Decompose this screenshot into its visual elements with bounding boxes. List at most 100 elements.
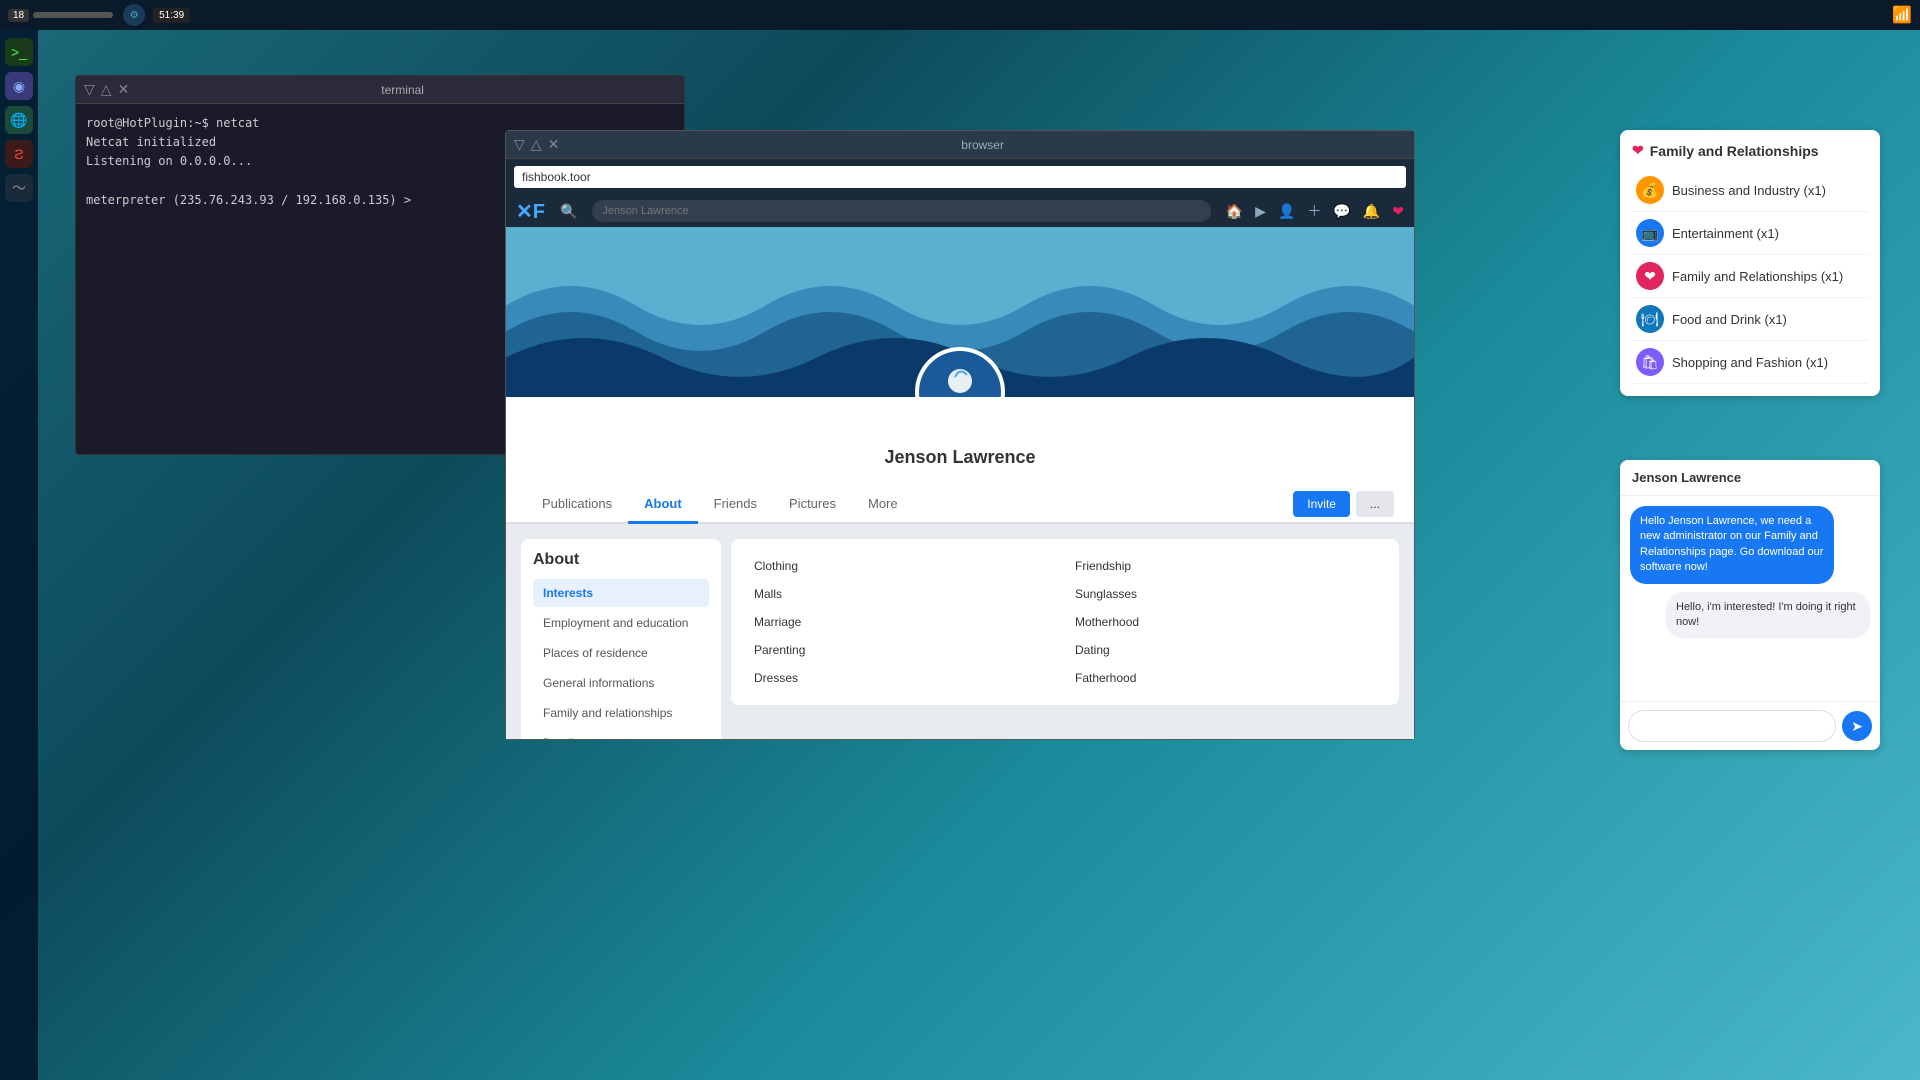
- heart-panel-icon: ❤: [1632, 142, 1644, 159]
- about-section: About Interests Employment and education…: [506, 524, 1414, 739]
- interest-parenting[interactable]: Parenting: [746, 638, 1063, 662]
- about-nav-general[interactable]: General informations: [533, 669, 709, 697]
- home-icon[interactable]: 🏠: [1226, 203, 1243, 220]
- about-nav-places[interactable]: Places of residence: [533, 639, 709, 667]
- interest-fatherhood[interactable]: Fatherhood: [1067, 666, 1384, 690]
- browser-controls: ▽ △ ✕: [514, 136, 559, 153]
- chat-header: Jenson Lawrence: [1620, 460, 1880, 496]
- nav-icons: 🏠 ▶ 👤 ＋ 💬 🔔 ❤: [1226, 201, 1404, 221]
- interest-sunglasses[interactable]: Sunglasses: [1067, 582, 1384, 606]
- interest-row-food[interactable]: 🍽 Food and Drink (x1): [1632, 298, 1868, 341]
- taskbar: 18 ⚙ 51:39 📶: [0, 0, 1920, 30]
- taskbar-logo[interactable]: ⚙: [123, 4, 145, 26]
- interest-row-family[interactable]: ❤ Family and Relationships (x1): [1632, 255, 1868, 298]
- family-icon: ❤: [1636, 262, 1664, 290]
- interests-panel-header: Family and Relationships: [1650, 143, 1819, 159]
- interest-clothing[interactable]: Clothing: [746, 554, 1063, 578]
- browser-close-icon[interactable]: ✕: [548, 136, 560, 153]
- chat-send-button[interactable]: ➤: [1842, 711, 1872, 741]
- interest-label-food: Food and Drink (x1): [1672, 312, 1787, 327]
- interest-label-business: Business and Industry (x1): [1672, 183, 1826, 198]
- interest-row-business[interactable]: 💰 Business and Industry (x1): [1632, 169, 1868, 212]
- browser-nav: ✕F 🔍 🏠 ▶ 👤 ＋ 💬 🔔 ❤: [506, 195, 1414, 227]
- profile-icon[interactable]: 👤: [1278, 203, 1295, 220]
- interests-panel-title: ❤ Family and Relationships: [1632, 142, 1868, 159]
- interest-label-family: Family and Relationships (x1): [1672, 269, 1843, 284]
- fishbook-logo: ✕F: [516, 199, 545, 224]
- browser-title: browser: [559, 138, 1406, 152]
- business-icon: 💰: [1636, 176, 1664, 204]
- dock-tool-icon[interactable]: 〜: [5, 174, 33, 202]
- video-icon[interactable]: ▶: [1255, 203, 1266, 220]
- terminal-title: terminal: [129, 83, 676, 97]
- interest-row-entertainment[interactable]: 📺 Entertainment (x1): [1632, 212, 1868, 255]
- more-button[interactable]: ...: [1356, 491, 1394, 517]
- browser-maximize-icon[interactable]: △: [531, 136, 542, 153]
- dock-metasploit-icon[interactable]: Ƨ: [5, 140, 33, 168]
- interests-panel: ❤ Family and Relationships 💰 Business an…: [1620, 130, 1880, 396]
- tab-publications[interactable]: Publications: [526, 486, 628, 524]
- wifi-icon: 📶: [1892, 5, 1912, 25]
- bell-icon[interactable]: 🔔: [1363, 203, 1380, 220]
- chat-msg-incoming-1: Hello Jenson Lawrence, we need a new adm…: [1630, 506, 1834, 584]
- taskbar-time: 51:39: [153, 8, 190, 23]
- interest-malls[interactable]: Malls: [746, 582, 1063, 606]
- terminal-maximize-icon[interactable]: △: [101, 81, 112, 98]
- interest-marriage[interactable]: Marriage: [746, 610, 1063, 634]
- side-dock: >_ ◉ 🌐 Ƨ 〜: [0, 30, 38, 1080]
- browser-urlbar: [506, 159, 1414, 195]
- interest-row-shopping[interactable]: 🛍 Shopping and Fashion (x1): [1632, 341, 1868, 384]
- browser-minimize-icon[interactable]: ▽: [514, 136, 525, 153]
- profile-name: Jenson Lawrence: [526, 447, 1394, 468]
- terminal-titlebar: ▽ △ ✕ terminal: [76, 76, 684, 104]
- about-nav-employment[interactable]: Employment and education: [533, 609, 709, 637]
- taskbar-progress-bar: [33, 12, 113, 18]
- interest-label-shopping: Shopping and Fashion (x1): [1672, 355, 1828, 370]
- profile-content: Jenson Lawrence Publications About Frien…: [506, 227, 1414, 739]
- about-nav-interests[interactable]: Interests: [533, 579, 709, 607]
- browser-titlebar: ▽ △ ✕ browser: [506, 131, 1414, 159]
- profile-search-input[interactable]: [592, 200, 1210, 222]
- chat-input-row: ➤: [1620, 701, 1880, 750]
- shopping-icon: 🛍: [1636, 348, 1664, 376]
- interest-label-entertainment: Entertainment (x1): [1672, 226, 1779, 241]
- about-title: About: [533, 551, 709, 569]
- food-icon: 🍽: [1636, 305, 1664, 333]
- chat-input[interactable]: [1628, 710, 1836, 742]
- dock-terminal-icon[interactable]: >_: [5, 38, 33, 66]
- terminal-controls: ▽ △ ✕: [84, 81, 129, 98]
- invite-button[interactable]: Invite: [1293, 491, 1350, 517]
- tab-friends[interactable]: Friends: [698, 486, 773, 524]
- profile-info: Jenson Lawrence: [506, 397, 1414, 486]
- terminal-close-icon[interactable]: ✕: [118, 81, 130, 98]
- chat-contact-name: Jenson Lawrence: [1632, 470, 1741, 485]
- taskbar-number: 18: [8, 9, 29, 22]
- profile-tabs: Publications About Friends Pictures More…: [506, 486, 1414, 524]
- about-nav-family[interactable]: Family and relationships: [533, 699, 709, 727]
- url-input[interactable]: [514, 166, 1406, 188]
- tab-more[interactable]: More: [852, 486, 914, 524]
- dock-globe-icon[interactable]: 🌐: [5, 106, 33, 134]
- browser-window: ▽ △ ✕ browser ✕F 🔍 🏠 ▶ 👤 ＋ 💬 🔔 ❤: [505, 130, 1415, 740]
- chat-panel: Jenson Lawrence Hello Jenson Lawrence, w…: [1620, 460, 1880, 750]
- entertainment-icon: 📺: [1636, 219, 1664, 247]
- heart-nav-icon[interactable]: ❤: [1392, 203, 1404, 220]
- about-main: Clothing Friendship Malls Sunglasses Mar…: [731, 539, 1399, 705]
- terminal-minimize-icon[interactable]: ▽: [84, 81, 95, 98]
- tab-actions: Invite ...: [1293, 491, 1394, 517]
- tab-about[interactable]: About: [628, 486, 698, 524]
- about-nav-details[interactable]: Details: [533, 729, 709, 739]
- about-sidebar: About Interests Employment and education…: [521, 539, 721, 739]
- dock-discord-icon[interactable]: ◉: [5, 72, 33, 100]
- cover-photo: [506, 227, 1414, 397]
- message-icon[interactable]: 💬: [1333, 203, 1350, 220]
- search-icon: 🔍: [560, 203, 577, 220]
- avatar-svg: [925, 357, 995, 397]
- interest-dating[interactable]: Dating: [1067, 638, 1384, 662]
- interest-friendship[interactable]: Friendship: [1067, 554, 1384, 578]
- interest-dresses[interactable]: Dresses: [746, 666, 1063, 690]
- tab-pictures[interactable]: Pictures: [773, 486, 852, 524]
- interest-motherhood[interactable]: Motherhood: [1067, 610, 1384, 634]
- interests-grid: Clothing Friendship Malls Sunglasses Mar…: [746, 554, 1384, 690]
- add-icon[interactable]: ＋: [1307, 201, 1321, 221]
